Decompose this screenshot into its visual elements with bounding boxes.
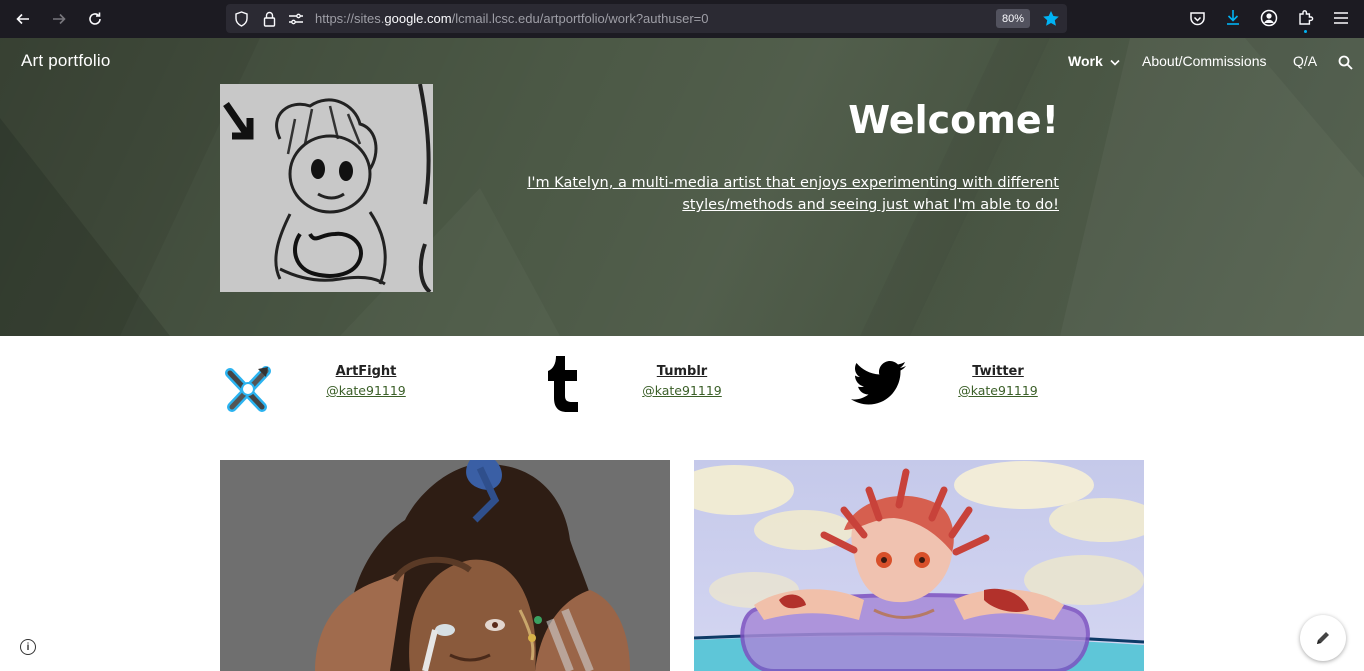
nav-qa[interactable]: Q/A (1293, 53, 1317, 69)
browser-toolbar: https://sites.google.com/lcmail.lcsc.edu… (0, 0, 1364, 38)
download-icon[interactable] (1223, 8, 1243, 28)
edit-button[interactable] (1300, 615, 1346, 661)
hero-intro-link[interactable]: I'm Katelyn, a multi-media artist that e… (470, 172, 1059, 216)
info-icon[interactable]: i (20, 639, 36, 655)
chevron-down-icon (1110, 59, 1120, 66)
site-title[interactable]: Art portfolio (21, 51, 111, 71)
hero-heading: Welcome! (848, 98, 1059, 142)
nav-work[interactable]: Work (1068, 53, 1120, 69)
tumblr-handle-link[interactable]: @kate91119 (622, 383, 742, 398)
shield-icon[interactable] (232, 10, 250, 28)
url-text[interactable]: https://sites.google.com/lcmail.lcsc.edu… (315, 11, 708, 26)
address-bar[interactable]: https://sites.google.com/lcmail.lcsc.edu… (226, 4, 1067, 33)
artfight-logo-icon[interactable] (222, 363, 272, 415)
menu-icon[interactable] (1331, 8, 1351, 28)
artfight-link[interactable]: ArtFight (306, 364, 426, 379)
tumblr-link[interactable]: Tumblr (622, 364, 742, 379)
forward-icon[interactable] (47, 7, 71, 31)
star-icon[interactable] (1041, 9, 1061, 29)
hero-banner: Art portfolio Work About/Commissions Q/A… (0, 38, 1364, 336)
pocket-icon[interactable] (1187, 9, 1207, 29)
nav-about-commissions[interactable]: About/Commissions (1142, 53, 1267, 69)
twitter-handle-link[interactable]: @kate91119 (938, 383, 1058, 398)
permissions-icon[interactable] (287, 10, 305, 28)
twitter-link[interactable]: Twitter (938, 364, 1058, 379)
artfight-handle-link[interactable]: @kate91119 (306, 383, 426, 398)
tumblr-logo-icon[interactable] (547, 356, 581, 412)
pencil-icon (1317, 632, 1329, 644)
lock-icon[interactable] (260, 10, 278, 28)
twitter-bird-icon[interactable] (851, 360, 907, 407)
artwork-portrait-curly-hair[interactable] (220, 460, 670, 671)
artist-avatar-sketch (220, 84, 433, 292)
zoom-level-badge[interactable]: 80% (996, 9, 1030, 28)
back-icon[interactable] (11, 7, 35, 31)
search-icon[interactable] (1336, 53, 1354, 71)
reload-icon[interactable] (83, 7, 107, 31)
account-icon[interactable] (1259, 8, 1279, 28)
extensions-icon[interactable] (1295, 8, 1315, 33)
artwork-axolotl-girl-pool[interactable] (694, 460, 1144, 671)
